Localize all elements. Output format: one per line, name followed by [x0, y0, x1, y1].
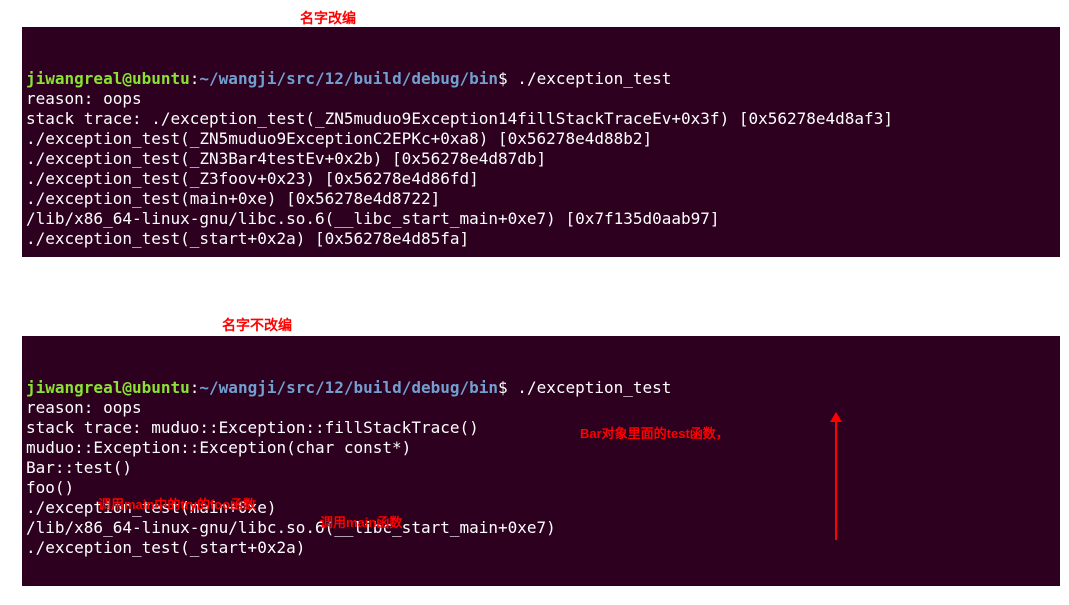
command-text: ./exception_test	[508, 378, 672, 397]
terminal-cut-line	[26, 358, 874, 377]
output-line: Bar::test()	[26, 458, 132, 477]
annotation-foo-call: 调用main中的try的foo函数	[98, 494, 256, 513]
prompt-user: jiwangreal@ubuntu	[26, 378, 190, 397]
output-line: muduo::Exception::Exception(char const*)	[26, 438, 411, 457]
output-line: ./exception_test(_start+0x2a) [0x56278e4…	[26, 229, 469, 248]
prompt-user: jiwangreal@ubuntu	[26, 69, 190, 88]
output-line: reason: oops	[26, 398, 142, 417]
terminal-output-demangled: jiwangreal@ubuntu:~/wangji/src/12/build/…	[22, 336, 1060, 586]
terminal-output-mangled: jiwangreal@ubuntu:~/wangji/src/12/build/…	[22, 27, 1060, 257]
output-line: ./exception_test(_ZN5muduo9ExceptionC2EP…	[26, 129, 652, 148]
annotation-bar-test: Bar对象里面的test函数，	[580, 423, 729, 442]
output-line: ./exception_test(_ZN3Bar4testEv+0x2b) [0…	[26, 149, 546, 168]
output-line: /lib/x86_64-linux-gnu/libc.so.6(__libc_s…	[26, 209, 720, 228]
prompt-dollar: $	[498, 69, 508, 88]
annotation-main-call: 调用main函数	[320, 512, 402, 531]
prompt-sep: :	[190, 378, 200, 397]
output-line: foo()	[26, 478, 74, 497]
output-line: stack trace: ./exception_test(_ZN5muduo9…	[26, 109, 893, 128]
prompt-dollar: $	[498, 378, 508, 397]
output-line: /lib/x86_64-linux-gnu/libc.so.6(__libc_s…	[26, 518, 556, 537]
output-line: reason: oops	[26, 89, 142, 108]
label-demangled: 名字不改编	[222, 315, 292, 335]
output-line: ./exception_test(main+0xe) [0x56278e4d87…	[26, 189, 440, 208]
arrow-icon	[835, 420, 837, 540]
prompt-path: ~/wangji/src/12/build/debug/bin	[199, 378, 498, 397]
terminal-cut-line	[26, 49, 874, 68]
prompt-path: ~/wangji/src/12/build/debug/bin	[199, 69, 498, 88]
command-text: ./exception_test	[508, 69, 672, 88]
output-line: stack trace: muduo::Exception::fillStack…	[26, 418, 479, 437]
output-line: ./exception_test(_Z3foov+0x23) [0x56278e…	[26, 169, 479, 188]
label-mangled: 名字改编	[300, 8, 356, 28]
output-line: ./exception_test(_start+0x2a)	[26, 538, 305, 557]
prompt-sep: :	[190, 69, 200, 88]
